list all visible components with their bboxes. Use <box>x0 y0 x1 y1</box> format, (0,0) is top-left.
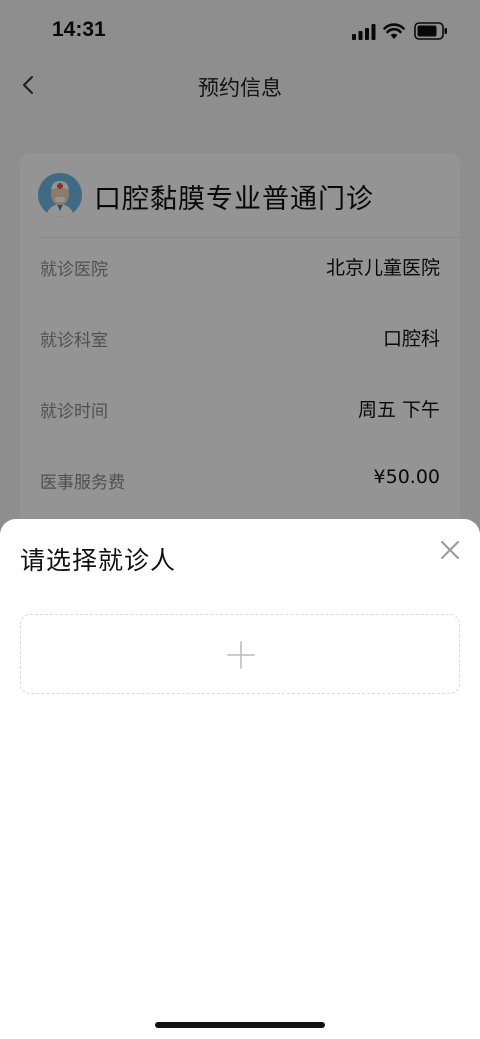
home-indicator <box>155 1022 325 1028</box>
plus-icon <box>227 641 255 669</box>
sheet-title: 请选择就诊人 <box>20 546 177 575</box>
add-patient-button[interactable] <box>20 614 460 694</box>
close-icon[interactable] <box>438 538 462 562</box>
select-patient-sheet: 请选择就诊人 <box>0 519 480 1039</box>
